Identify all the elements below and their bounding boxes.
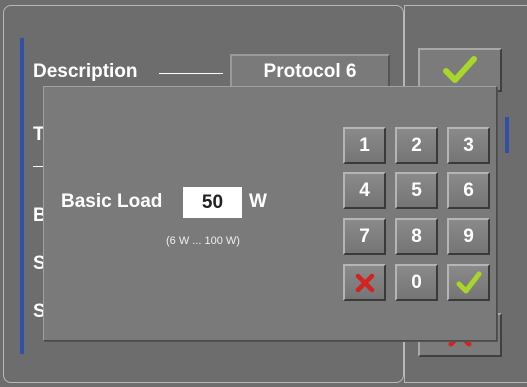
check-icon xyxy=(443,56,477,83)
check-icon xyxy=(456,271,481,293)
key-0[interactable]: 0 xyxy=(395,264,438,301)
key-4[interactable]: 4 xyxy=(343,172,386,209)
description-divider xyxy=(159,73,223,74)
unit-label: W xyxy=(249,191,267,212)
basic-load-input[interactable]: 50 xyxy=(183,187,242,218)
row-divider xyxy=(33,166,43,167)
basic-load-label: Basic Load xyxy=(61,191,163,212)
key-1[interactable]: 1 xyxy=(343,127,386,164)
key-3[interactable]: 3 xyxy=(447,127,490,164)
side-indicator xyxy=(505,117,509,153)
protocol-value: Protocol 6 xyxy=(263,61,357,82)
key-6[interactable]: 6 xyxy=(447,172,490,209)
scroll-indicator xyxy=(20,38,24,354)
key-2[interactable]: 2 xyxy=(395,127,438,164)
key-9[interactable]: 9 xyxy=(447,218,490,255)
x-icon xyxy=(355,273,374,292)
key-5[interactable]: 5 xyxy=(395,172,438,209)
key-7[interactable]: 7 xyxy=(343,218,386,255)
description-label: Description xyxy=(33,61,138,82)
protocol-field[interactable]: Protocol 6 xyxy=(230,54,390,90)
keypad-confirm-button[interactable] xyxy=(447,264,490,301)
keypad-cancel-button[interactable] xyxy=(343,264,386,301)
basic-load-dialog: Basic Load 50 W (6 W ... 100 W) 1 2 3 4 … xyxy=(43,86,497,341)
key-8[interactable]: 8 xyxy=(395,218,438,255)
range-hint: (6 W ... 100 W) xyxy=(166,235,240,247)
